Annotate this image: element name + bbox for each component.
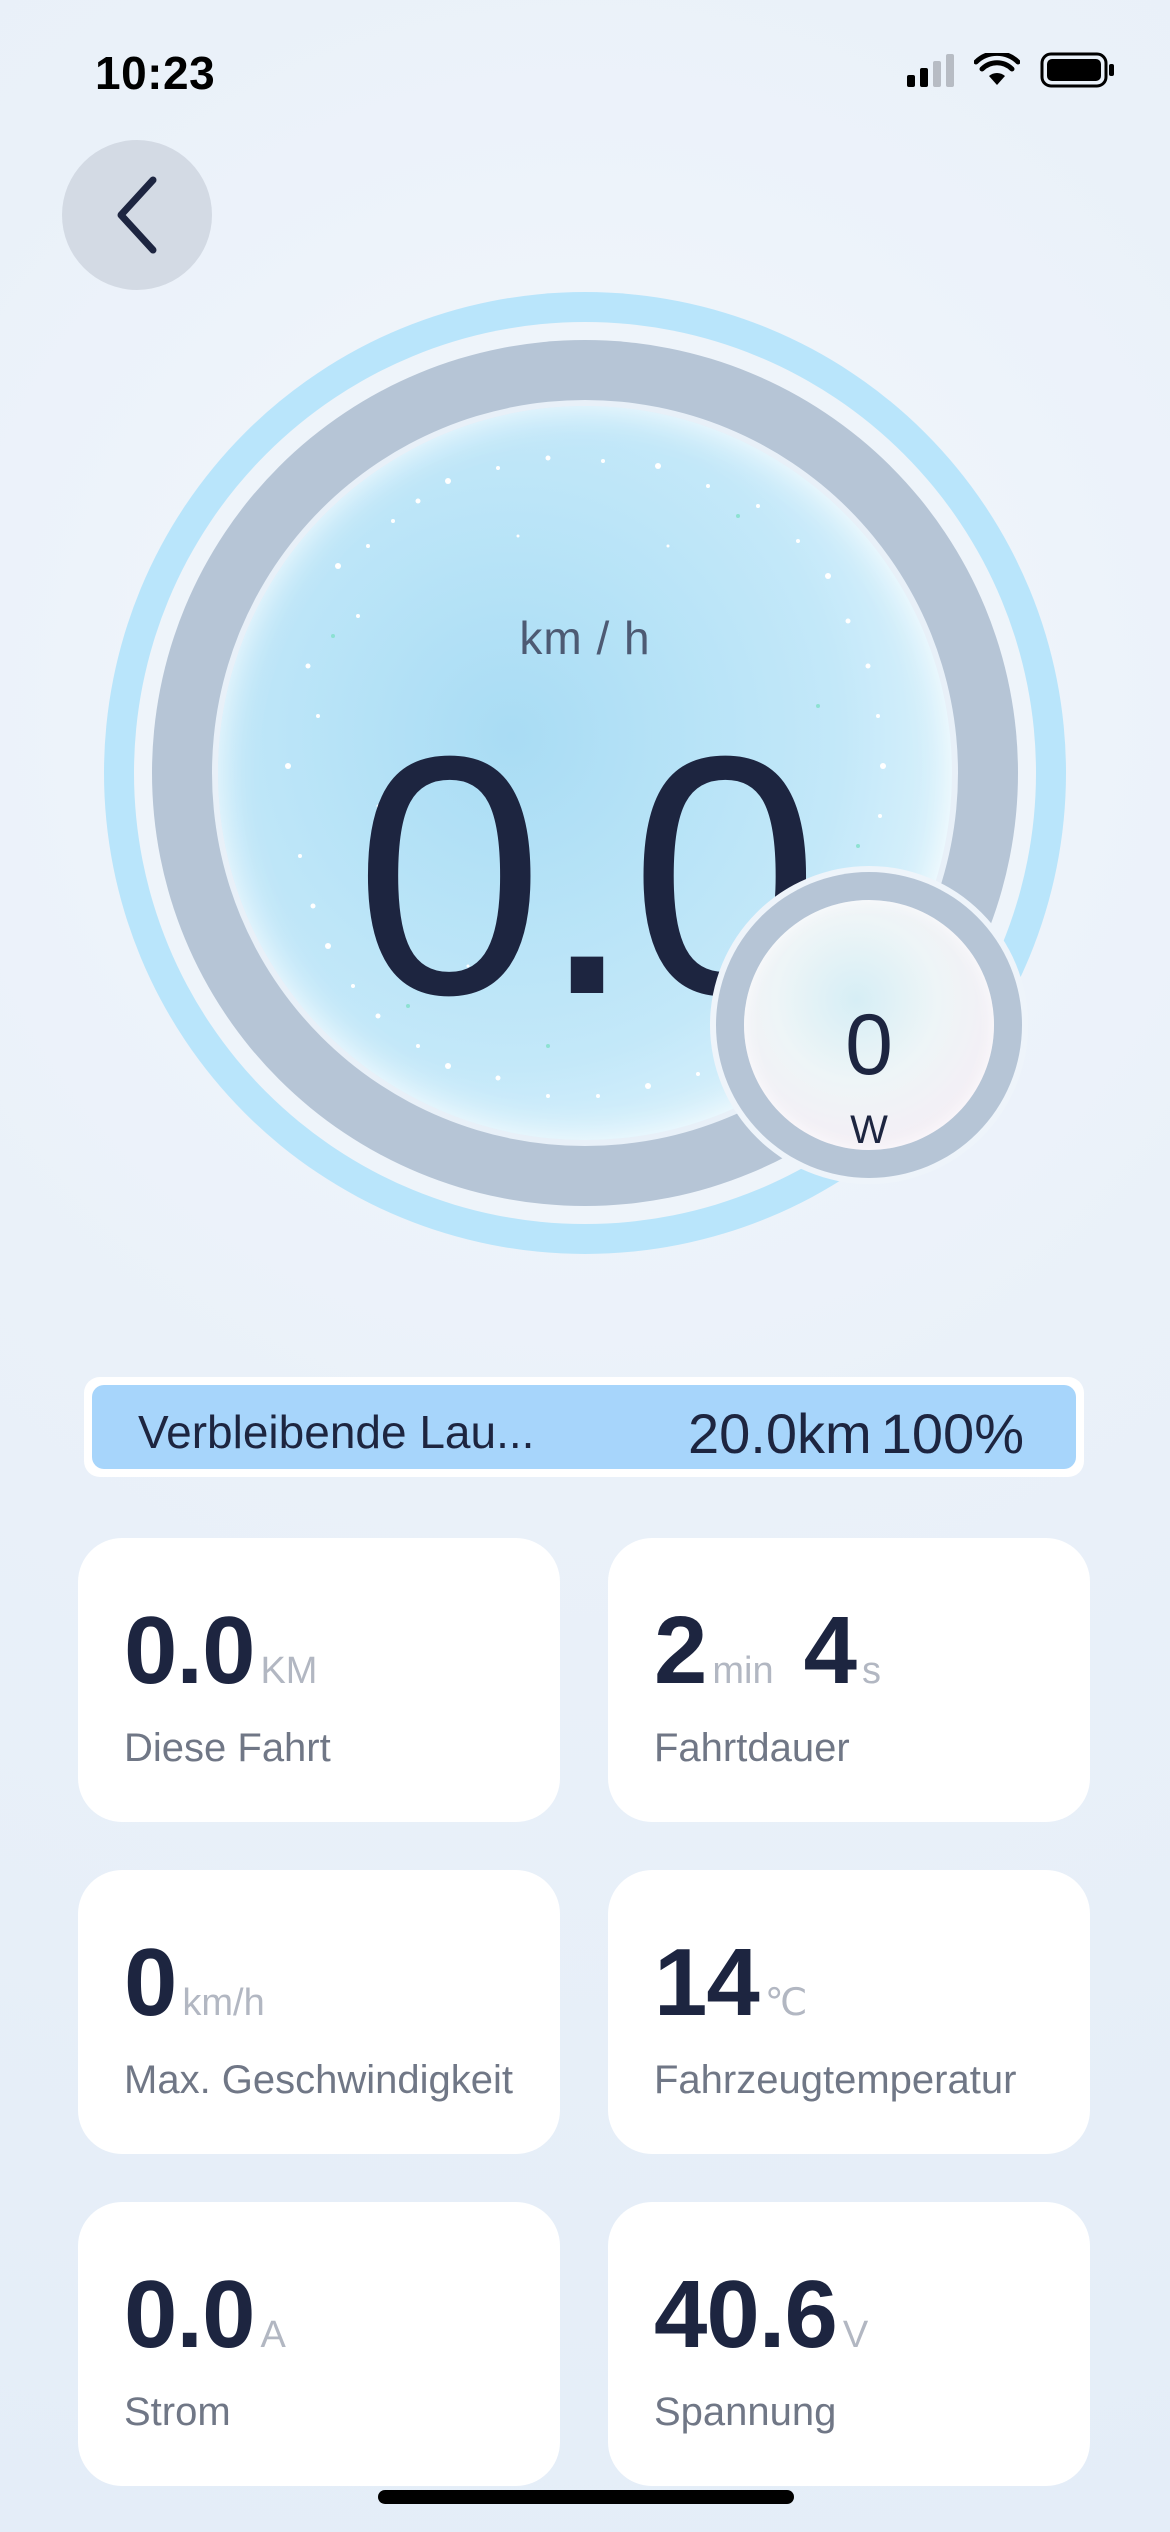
trip-duration-minutes-unit: min bbox=[712, 1650, 774, 1692]
power-value: 0 bbox=[845, 997, 893, 1093]
temperature-value-row: 14 ℃ bbox=[654, 1928, 807, 2038]
temperature-value: 14 bbox=[654, 1929, 760, 2036]
current-value-row: 0.0 A bbox=[124, 2260, 286, 2370]
trip-distance-value-row: 0.0 KM bbox=[124, 1596, 317, 1706]
trip-distance-value: 0.0 bbox=[124, 1597, 255, 1704]
voltage-value-row: 40.6 V bbox=[654, 2260, 868, 2370]
voltage-label: Spannung bbox=[654, 2390, 837, 2434]
stat-card-trip-duration: 2 min 4 s Fahrtdauer bbox=[608, 1538, 1090, 1822]
stat-card-voltage: 40.6 V Spannung bbox=[608, 2202, 1090, 2486]
stat-card-trip-distance: 0.0 KM Diese Fahrt bbox=[78, 1538, 560, 1822]
trip-duration-seconds: 4 bbox=[803, 1597, 857, 1704]
max-speed-value-row: 0 km/h bbox=[124, 1928, 265, 2038]
trip-distance-unit: KM bbox=[260, 1650, 318, 1692]
trip-duration-value-row: 2 min 4 s bbox=[654, 1596, 881, 1706]
trip-duration-seconds-unit: s bbox=[862, 1650, 882, 1692]
status-bar: 10:23 bbox=[0, 0, 1170, 140]
current-label: Strom bbox=[124, 2390, 231, 2434]
back-button[interactable] bbox=[62, 140, 212, 290]
home-indicator[interactable] bbox=[378, 2490, 794, 2504]
trip-duration-minutes: 2 bbox=[654, 1597, 707, 1704]
remaining-range-bar: Verbleibende Lau... 20.0km 100% bbox=[84, 1377, 1084, 1477]
range-label: Verbleibende Lau... bbox=[138, 1406, 535, 1458]
wifi-icon bbox=[974, 53, 1020, 85]
status-icons bbox=[907, 52, 1116, 88]
power-core: 0 W bbox=[744, 900, 994, 1152]
current-value: 0.0 bbox=[124, 2261, 255, 2368]
power-unit: W bbox=[850, 1108, 888, 1152]
status-time: 10:23 bbox=[95, 47, 216, 99]
stat-card-temperature: 14 ℃ Fahrzeugtemperatur bbox=[608, 1870, 1090, 2154]
chevron-left-icon bbox=[117, 176, 157, 254]
cellular-signal-icon bbox=[907, 53, 954, 87]
max-speed-label: Max. Geschwindigkeit bbox=[124, 2058, 514, 2102]
trip-duration-label: Fahrtdauer bbox=[654, 1726, 850, 1770]
stat-card-max-speed: 0 km/h Max. Geschwindigkeit bbox=[78, 1870, 560, 2154]
power-indicator: 0 W bbox=[710, 866, 1028, 1184]
max-speed-value: 0 bbox=[124, 1929, 177, 2036]
battery-percent: 100% bbox=[880, 1402, 1024, 1465]
temperature-unit: ℃ bbox=[764, 1982, 808, 2024]
trip-distance-label: Diese Fahrt bbox=[124, 1726, 331, 1770]
temperature-label: Fahrzeugtemperatur bbox=[654, 2058, 1017, 2102]
voltage-value: 40.6 bbox=[654, 2261, 838, 2368]
battery-icon bbox=[1040, 52, 1114, 88]
speed-unit: km / h bbox=[519, 612, 651, 664]
range-fill: Verbleibende Lau... 20.0km 100% bbox=[92, 1385, 1076, 1469]
current-unit: A bbox=[260, 2314, 286, 2356]
voltage-unit: V bbox=[842, 2314, 869, 2356]
range-distance: 20.0km bbox=[688, 1402, 872, 1465]
stat-card-current: 0.0 A Strom bbox=[78, 2202, 560, 2486]
max-speed-unit: km/h bbox=[182, 1982, 265, 2024]
